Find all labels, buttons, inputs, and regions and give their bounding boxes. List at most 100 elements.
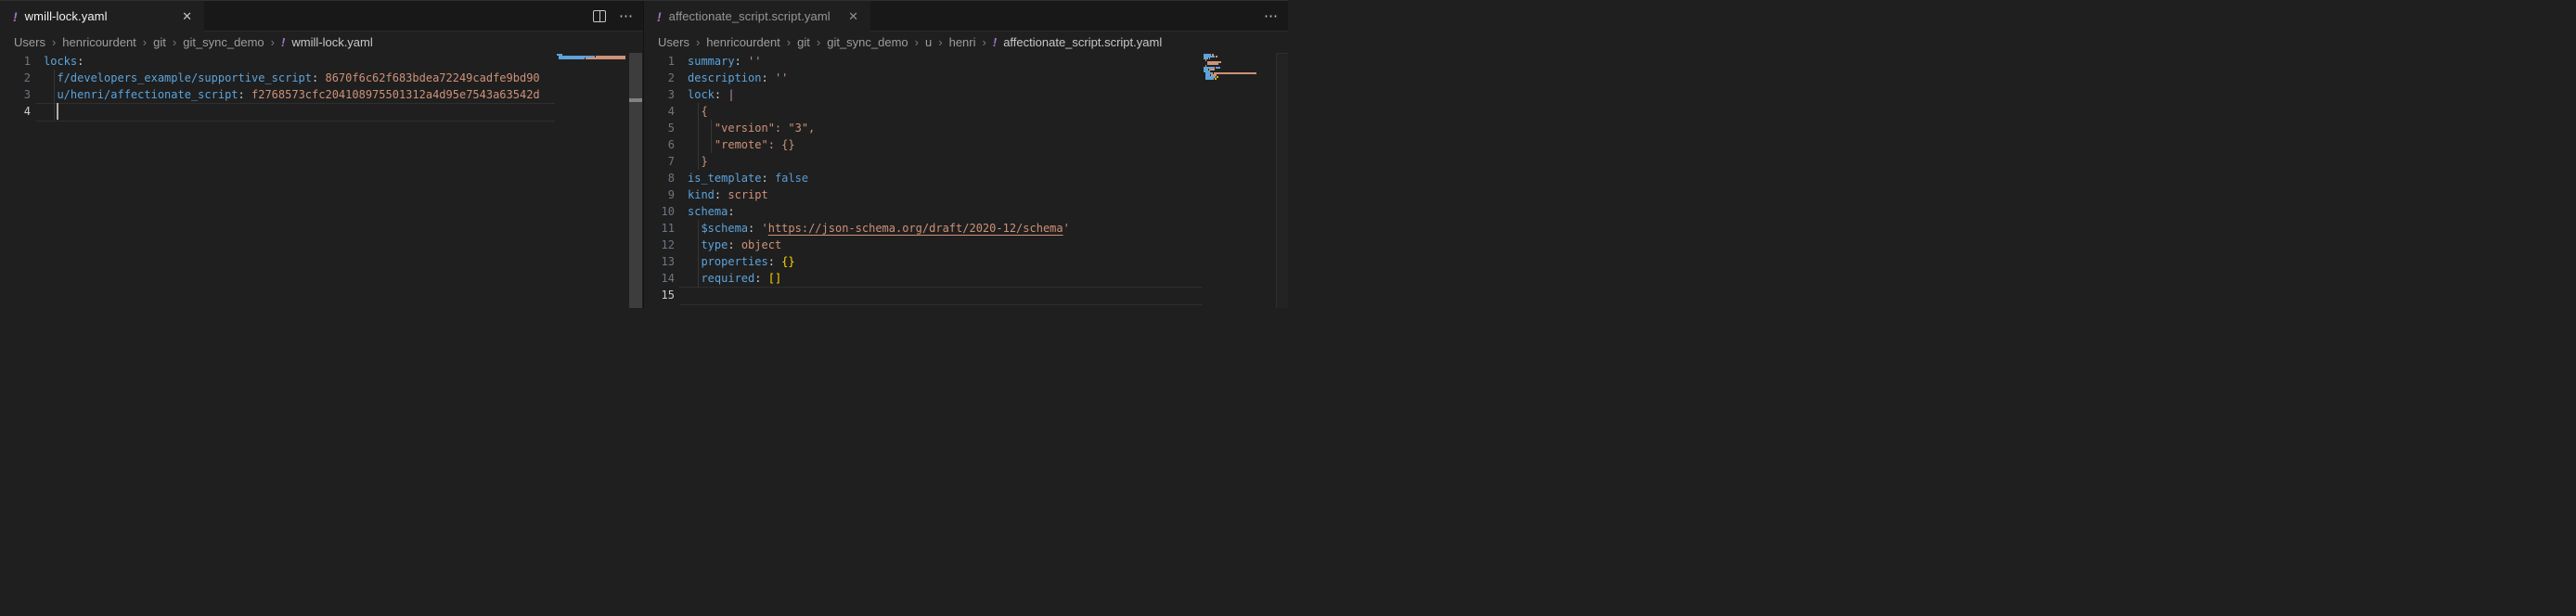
code-line[interactable]: 4 { [644, 103, 1203, 120]
minimap-line [557, 58, 629, 59]
close-tab-icon[interactable]: ✕ [179, 8, 195, 24]
breadcrumb-segment[interactable]: git [153, 35, 166, 49]
vscode-editor-area: ! wmill-lock.yaml ✕ ⋯ Users › henricourden… [0, 0, 1288, 308]
code-token: : [728, 205, 734, 218]
code-link[interactable]: https://json-schema.org/draft/2020-12/sc… [768, 222, 1063, 235]
breadcrumb-chevron-icon: › [915, 35, 919, 49]
indent-guide [698, 120, 699, 136]
code-line[interactable]: 5 "version": "3", [644, 120, 1203, 136]
code-token: false [775, 172, 808, 185]
code-token: : [761, 71, 767, 84]
breadcrumb-chevron-icon: › [173, 35, 176, 49]
code-token: schema [688, 205, 728, 218]
code-line[interactable]: 6 "remote": {} [644, 136, 1203, 153]
code-line[interactable]: 11 $schema: 'https://json-schema.org/dra… [644, 220, 1203, 237]
code-line[interactable]: 13 properties: {} [644, 253, 1203, 270]
line-number: 2 [0, 70, 31, 86]
line-number: 3 [0, 86, 31, 103]
breadcrumb-segment[interactable]: git_sync_demo [183, 35, 264, 49]
code-line[interactable]: 7 } [644, 153, 1203, 170]
tab-label: affectionate_script.script.yaml [669, 9, 831, 23]
code-area: 1locks:2 f/developers_example/supportive… [0, 53, 555, 308]
tab-bar-right: ! affectionate_script.script.yaml ✕ ⋯ [644, 1, 1288, 32]
editor-group-right: ! affectionate_script.script.yaml ✕ ⋯ Us… [643, 1, 1288, 308]
code-line[interactable]: 15 [644, 287, 1203, 303]
code-token [688, 238, 701, 251]
code-token: required [701, 272, 754, 285]
code-token [688, 222, 701, 235]
indent-guide [711, 120, 712, 136]
breadcrumb-segment[interactable]: Users [14, 35, 45, 49]
split-editor-icon[interactable] [593, 10, 606, 22]
editor-left[interactable]: 1locks:2 f/developers_example/supportive… [0, 53, 643, 308]
code-token: {} [781, 255, 794, 268]
breadcrumb-segment[interactable]: git [797, 35, 810, 49]
more-actions-icon[interactable]: ⋯ [1264, 9, 1279, 23]
code-line[interactable]: 2 f/developers_example/supportive_script… [0, 70, 555, 86]
vertical-scrollbar[interactable] [1276, 53, 1288, 308]
breadcrumb-file[interactable]: affectionate_script.script.yaml [1003, 35, 1162, 49]
code-line[interactable]: 2description: '' [644, 70, 1203, 86]
line-number: 1 [644, 53, 675, 70]
code-area: 1summary: ''2description: ''3 lock: | 4 {5… [644, 53, 1203, 308]
code-token [44, 88, 57, 101]
code-token: } [701, 155, 707, 168]
code-line[interactable]: 9kind: script [644, 186, 1203, 203]
line-number: 8 [644, 170, 675, 186]
indent-guide [698, 253, 699, 270]
code-token [768, 172, 775, 185]
code-token: kind [688, 188, 715, 201]
close-tab-icon[interactable]: ✕ [845, 8, 861, 24]
code-token: script [728, 188, 767, 201]
code-line[interactable]: 14 required: [] [644, 270, 1203, 287]
code-line[interactable]: 12 type: object [644, 237, 1203, 253]
code-token: locks [44, 55, 77, 68]
breadcrumb-segment[interactable]: u [925, 35, 932, 49]
breadcrumb-segment[interactable]: git_sync_demo [827, 35, 908, 49]
code-token: : [728, 238, 734, 251]
more-actions-icon[interactable]: ⋯ [619, 9, 634, 23]
breadcrumb-chevron-icon: › [938, 35, 942, 49]
code-token: ' [762, 222, 768, 235]
tab-bar-left: ! wmill-lock.yaml ✕ ⋯ [0, 1, 643, 32]
code-line[interactable]: 4 [0, 103, 555, 120]
tab-affectionate-script-yaml[interactable]: ! affectionate_script.script.yaml ✕ [644, 1, 870, 32]
code-line[interactable]: 3 u/henri/affectionate_script: f2768573c… [0, 86, 555, 103]
code-token: | [728, 88, 734, 101]
breadcrumb-segment[interactable]: Users [658, 35, 689, 49]
breadcrumb-chevron-icon: › [271, 35, 275, 49]
breadcrumb-segment[interactable]: henri [949, 35, 976, 49]
indent-guide [54, 86, 55, 103]
code-token: [] [768, 272, 781, 285]
yaml-file-icon: ! [13, 9, 18, 24]
tab-wmill-lock-yaml[interactable]: ! wmill-lock.yaml ✕ [0, 1, 204, 32]
minimap[interactable] [557, 54, 629, 61]
minimap-line [557, 59, 629, 61]
line-number: 3 [644, 86, 675, 103]
code-line[interactable]: 1locks: [0, 53, 555, 70]
editor-right[interactable]: 1summary: ''2description: ''3 lock: | 4 {5… [644, 53, 1288, 308]
breadcrumb-segment[interactable]: henricourdent [62, 35, 136, 49]
minimap[interactable] [1204, 54, 1276, 82]
breadcrumb-segment[interactable]: henricourdent [706, 35, 780, 49]
code-token: lock [688, 88, 715, 101]
line-number: 14 [644, 270, 675, 287]
vertical-scrollbar[interactable] [629, 53, 642, 308]
code-token: "remote": {} [715, 138, 795, 151]
code-line[interactable]: 10schema: [644, 203, 1203, 220]
minimap-line [1204, 80, 1276, 82]
line-number: 15 [644, 287, 675, 303]
line-number: 13 [644, 253, 675, 270]
yaml-file-icon: ! [657, 9, 662, 24]
indent-guide [698, 136, 699, 153]
code-line[interactable]: 1summary: '' [644, 53, 1203, 70]
code-token: { [701, 105, 707, 118]
code-token: : [238, 88, 245, 101]
code-line[interactable]: 3lock: | [644, 86, 1203, 103]
code-line[interactable]: 8is_template: false [644, 170, 1203, 186]
indent-guide [698, 220, 699, 237]
code-token [688, 105, 701, 118]
breadcrumb-file[interactable]: wmill-lock.yaml [291, 35, 372, 49]
code-token [735, 238, 741, 251]
indent-guide [698, 270, 699, 287]
